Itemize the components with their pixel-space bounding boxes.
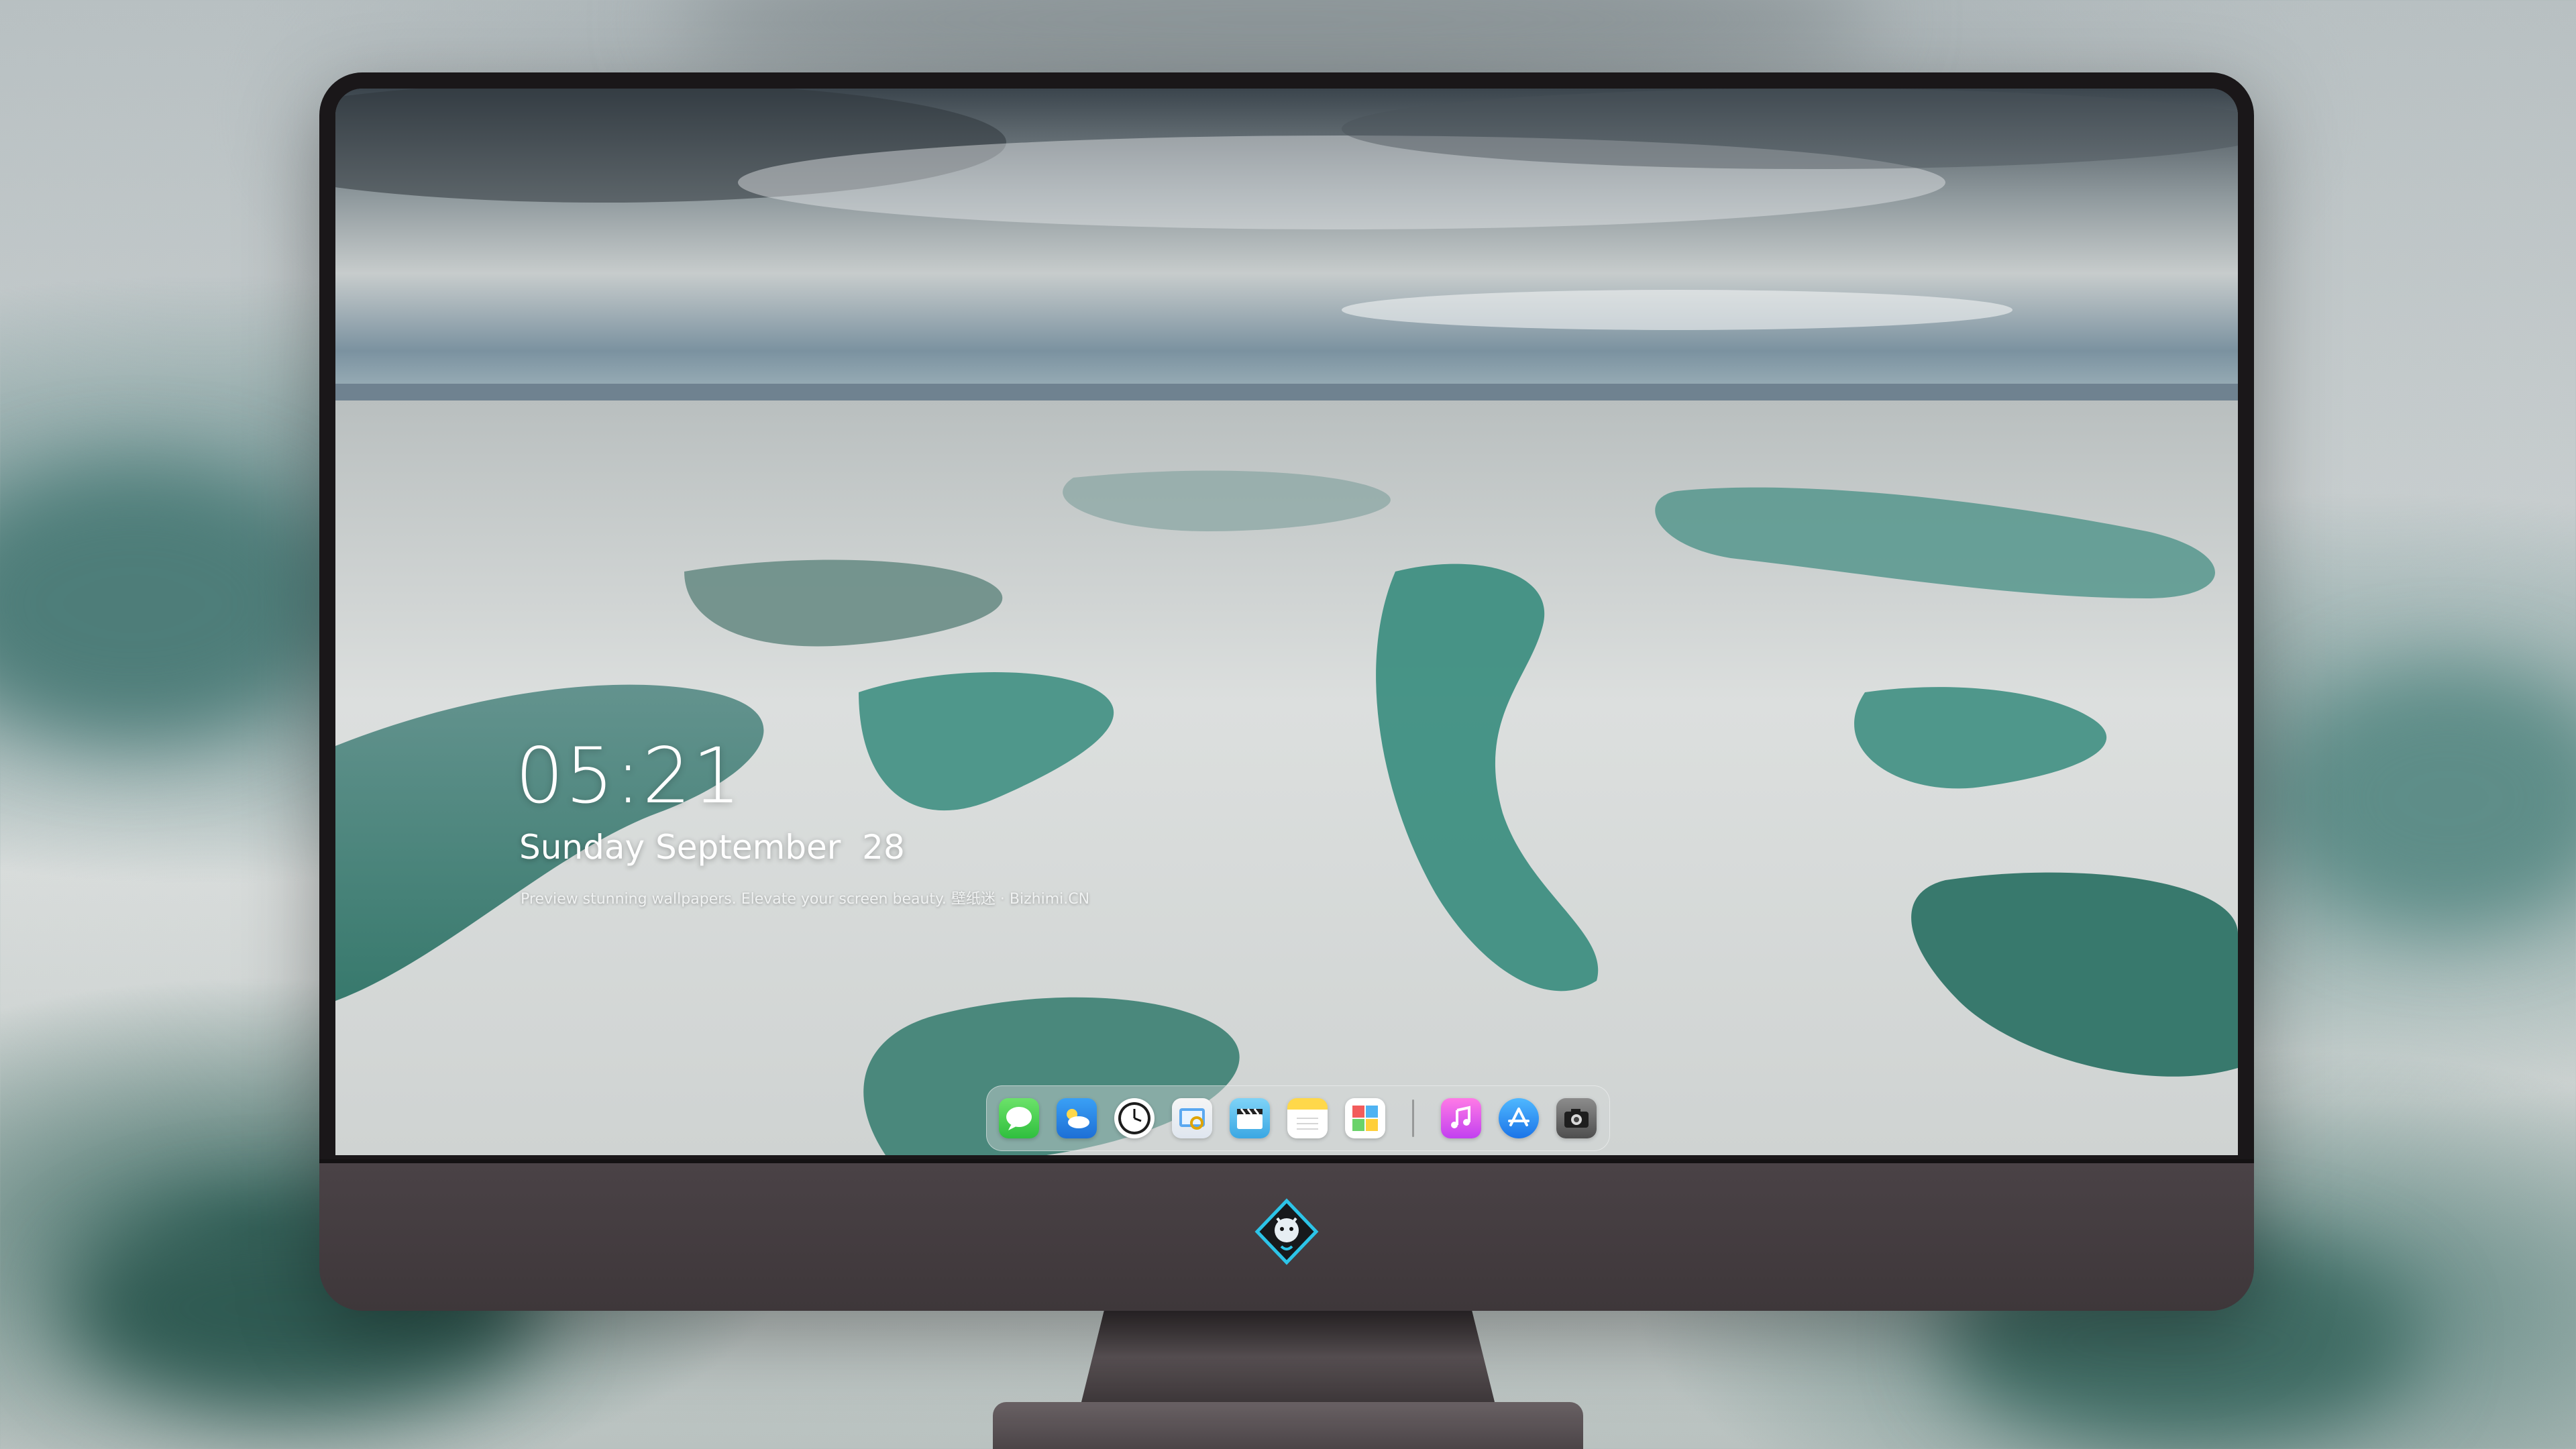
brand-logo-icon [1254, 1198, 1319, 1265]
music-icon[interactable] [1441, 1098, 1481, 1138]
messages-icon[interactable] [999, 1098, 1039, 1138]
lock-clock: 05:21 [515, 731, 743, 820]
dock-separator [1412, 1099, 1414, 1137]
monitor-stand-foot [993, 1402, 1583, 1449]
app-store-icon[interactable] [1499, 1098, 1539, 1138]
video-icon[interactable] [1230, 1098, 1270, 1138]
lock-screen[interactable]: 05:21 Sunday September 28 Preview stunni… [335, 89, 2238, 1155]
monitor-stand-neck [1080, 1307, 1496, 1407]
notes-icon[interactable] [1287, 1098, 1328, 1138]
camera-icon[interactable] [1556, 1098, 1597, 1138]
clock-icon[interactable] [1114, 1098, 1155, 1138]
monitor: 05:21 Sunday September 28 Preview stunni… [319, 72, 2254, 1311]
dock [986, 1085, 1610, 1151]
weather-icon[interactable] [1057, 1098, 1097, 1138]
preview-icon[interactable] [1172, 1098, 1212, 1138]
lock-tagline: Preview stunning wallpapers. Elevate you… [521, 891, 1090, 908]
photo-booth-icon[interactable] [1345, 1098, 1385, 1138]
wallpaper [335, 89, 2238, 1155]
lock-date: Sunday September 28 [519, 828, 905, 867]
monitor-chin [319, 1159, 2254, 1311]
